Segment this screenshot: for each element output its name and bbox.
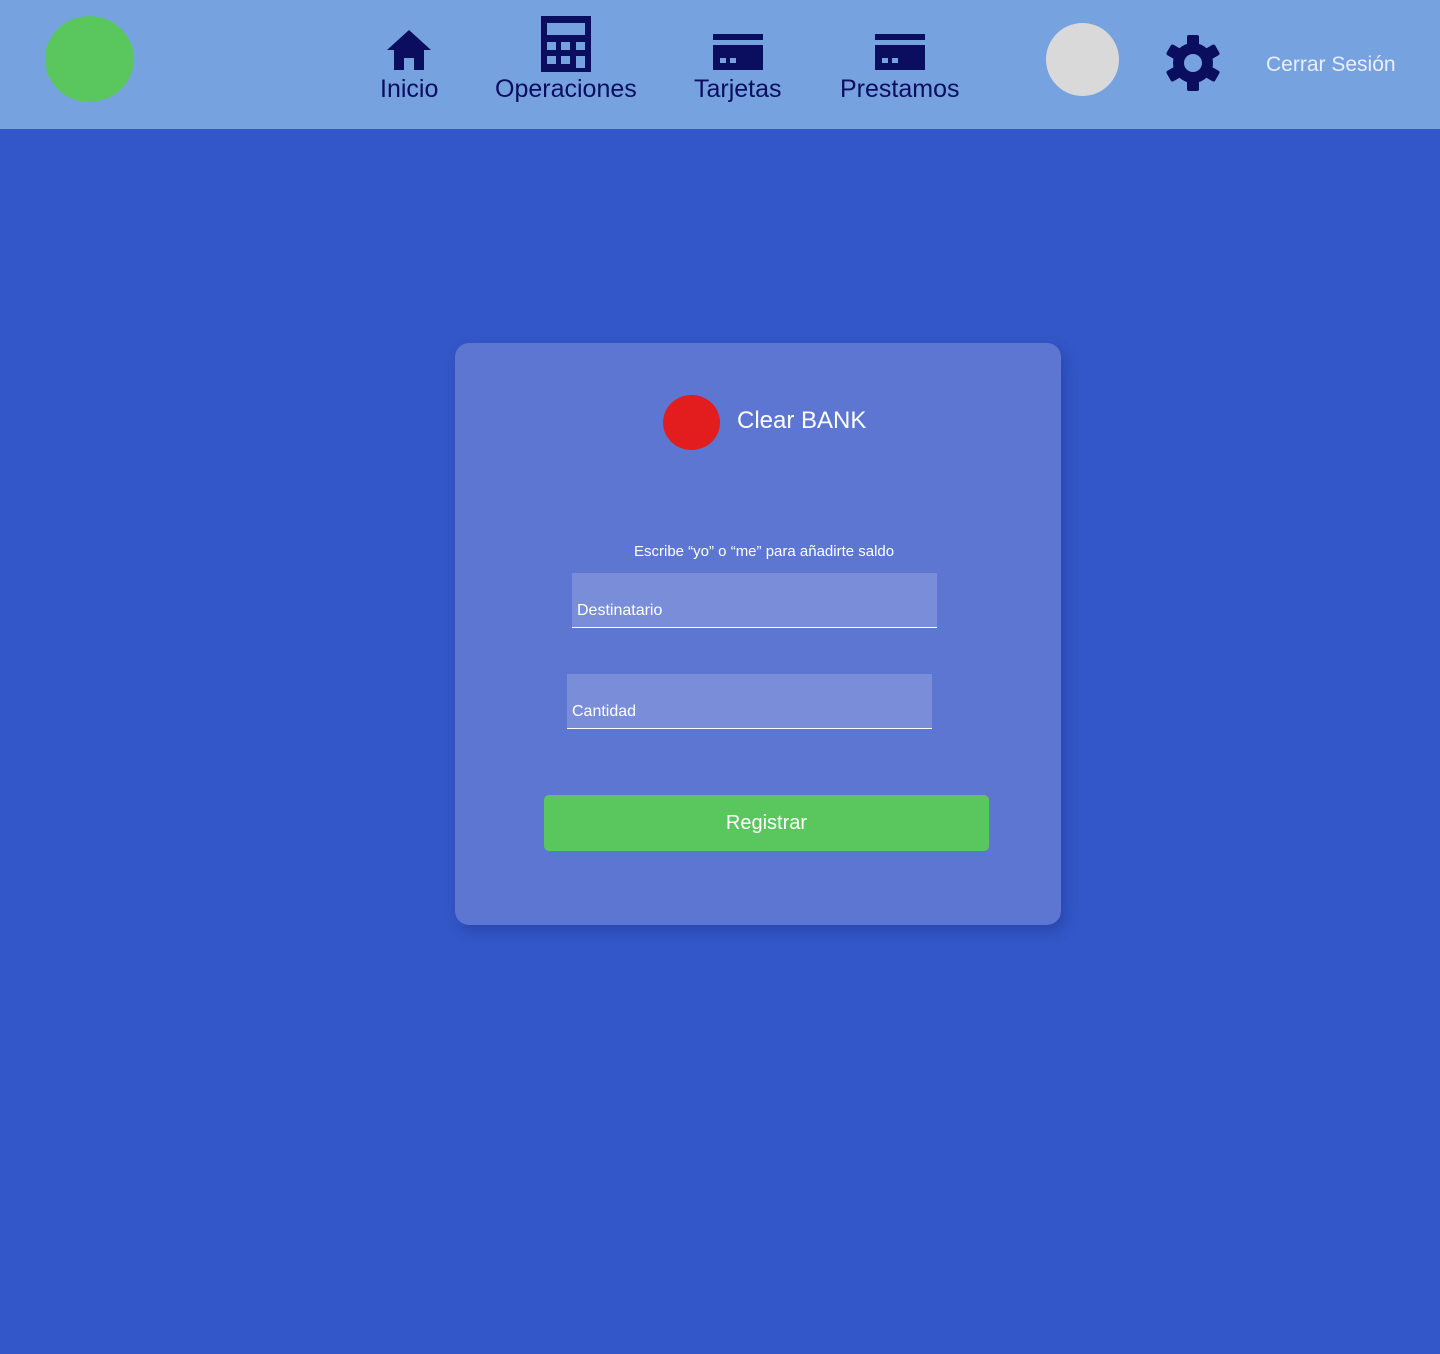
register-button[interactable]: Registrar (544, 795, 989, 851)
app-logo[interactable] (45, 16, 134, 102)
nav-item-label: Inicio (380, 75, 439, 103)
brand-name: Clear BANK (737, 407, 867, 434)
recipient-field (572, 573, 937, 628)
amount-input[interactable] (567, 674, 932, 728)
brand-logo (663, 395, 720, 450)
nav-item-label: Prestamos (840, 75, 960, 103)
home-icon (385, 14, 433, 72)
user-avatar[interactable] (1046, 23, 1119, 96)
logout-link[interactable]: Cerrar Sesión (1266, 53, 1396, 77)
nav-item-prestamos[interactable]: Prestamos (840, 14, 959, 104)
transfer-form-card: Clear BANK Escribe “yo” o “me” para añad… (455, 343, 1061, 925)
nav-item-label: Operaciones (495, 75, 637, 103)
recipient-input[interactable] (572, 573, 937, 627)
credit-card-icon (874, 14, 926, 72)
amount-field (567, 674, 932, 729)
calculator-icon (540, 14, 592, 72)
top-navigation-bar: Inicio Operaciones Tarjetas Prestamos Ce… (0, 0, 1440, 129)
gear-icon[interactable] (1163, 33, 1223, 93)
nav-item-label: Tarjetas (694, 75, 782, 103)
nav-item-inicio[interactable]: Inicio (380, 14, 438, 104)
nav-item-tarjetas[interactable]: Tarjetas (694, 14, 782, 104)
recipient-hint: Escribe “yo” o “me” para añadirte saldo (634, 543, 895, 560)
credit-card-icon (712, 14, 764, 72)
nav-item-operaciones[interactable]: Operaciones (495, 14, 637, 104)
